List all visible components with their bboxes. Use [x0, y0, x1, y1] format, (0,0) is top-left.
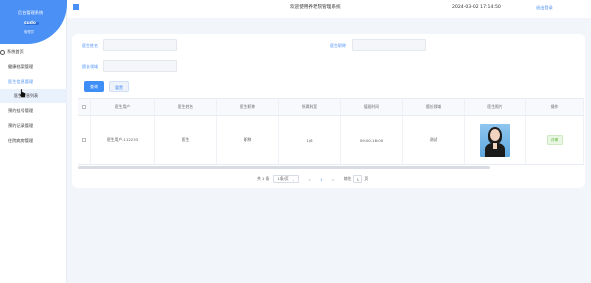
- column-header: 所属科室: [279, 99, 341, 115]
- reset-button[interactable]: 重置: [109, 81, 129, 92]
- current-datetime: 2024-03-02 17:14:50: [452, 5, 501, 10]
- table-row: 医生用户-112233 医生 职称 1/6 09:00-18:00 测试 详情: [78, 116, 584, 165]
- system-title: 后台管理系统: [18, 10, 44, 15]
- doctor-title-input[interactable]: [352, 39, 426, 51]
- doctor-table: 医生用户 医生姓名 医生职称 所属科室 值班时间 擅长领域 医生照片 操作 医生…: [78, 98, 584, 165]
- column-header: 医生照片: [465, 99, 526, 115]
- logout-link[interactable]: 退出登录: [536, 5, 553, 11]
- prev-page-button[interactable]: <: [308, 177, 311, 182]
- column-header: 值班时间: [341, 99, 403, 115]
- cell-department: 1/6: [279, 116, 341, 164]
- column-header: 医生用户: [91, 99, 155, 115]
- sidebar-item-appointment[interactable]: 预约挂号管理: [0, 103, 67, 118]
- cell-title: 职称: [217, 116, 279, 164]
- home-icon: [0, 49, 5, 55]
- doctor-name-input[interactable]: [103, 39, 177, 51]
- column-header: 操作: [526, 99, 584, 115]
- sidebar-menu: 系统首页 健康档案管理 医生信息管理 医生信息列表 预约挂号管理 预约记录管理 …: [0, 44, 67, 148]
- filter-label-doctor-title: 医生职称: [330, 43, 346, 48]
- cell-name: 医生: [155, 116, 217, 164]
- cell-duty-time: 09:00-18:00: [341, 116, 403, 164]
- welcome-text: 欢迎使用养老院管理系统: [290, 5, 341, 10]
- next-page-button[interactable]: >: [332, 177, 335, 182]
- cell-photo: [465, 116, 526, 164]
- table-header-row: 医生用户 医生姓名 医生职称 所属科室 值班时间 擅长领域 医生照片 操作: [78, 98, 584, 116]
- sidebar-item-appointment-records[interactable]: 预约记录管理: [0, 118, 67, 133]
- sidebar-item-ward[interactable]: 住院病房管理: [0, 133, 67, 148]
- total-count: 共 1 条: [257, 176, 270, 181]
- sidebar-header: 后台管理系统 sudo 管理员: [0, 0, 67, 44]
- pagination: 共 1 条 1条/页 ⌄ < 1 > 前往 1 页: [257, 174, 368, 184]
- select-all-cell[interactable]: [78, 99, 91, 115]
- page-size-select[interactable]: 1条/页 ⌄: [273, 175, 299, 183]
- cell-user: 医生用户-112233: [91, 116, 155, 164]
- sidebar-subitem-doctor-list[interactable]: 医生信息列表: [0, 89, 67, 103]
- sidebar: 后台管理系统 sudo 管理员 系统首页 健康档案管理 医生信息管理 医生信息列…: [0, 0, 67, 283]
- goto-label: 前往: [343, 176, 352, 181]
- filter-label-doctor-name: 医生姓名: [82, 43, 98, 48]
- column-header: 医生职称: [217, 99, 279, 115]
- goto-page-input[interactable]: 1: [353, 175, 363, 183]
- column-header: 擅长领域: [403, 99, 465, 115]
- filter-label-specialty: 擅长领域: [82, 64, 98, 69]
- cell-specialty: 测试: [403, 116, 465, 164]
- specialty-input[interactable]: [103, 60, 177, 72]
- sidebar-item-label: 医生信息管理: [8, 79, 34, 84]
- sidebar-item-label: 预约记录管理: [8, 123, 34, 128]
- page-suffix: 页: [364, 176, 369, 181]
- sidebar-item-health-records[interactable]: 健康档案管理: [0, 59, 67, 74]
- sidebar-item-home[interactable]: 系统首页: [0, 44, 67, 59]
- mouse-cursor-icon: [18, 88, 26, 98]
- sidebar-item-label: 系统首页: [7, 49, 24, 54]
- detail-button[interactable]: 详情: [546, 135, 563, 145]
- role-name: sudo: [24, 21, 36, 26]
- column-header: 医生姓名: [155, 99, 217, 115]
- select-all-checkbox[interactable]: [82, 105, 86, 109]
- sidebar-item-label: 预约挂号管理: [8, 108, 34, 113]
- page-size-value: 1条/页: [277, 176, 289, 181]
- horizontal-scrollbar[interactable]: [78, 166, 490, 169]
- sidebar-item-label: 健康档案管理: [8, 64, 34, 69]
- search-button[interactable]: 查询: [84, 81, 104, 92]
- page-number-current[interactable]: 1: [320, 177, 322, 182]
- row-checkbox[interactable]: [82, 138, 86, 142]
- doctor-photo[interactable]: [480, 123, 510, 157]
- cell-actions: 详情: [526, 116, 584, 164]
- menu-grid-icon[interactable]: [73, 4, 79, 10]
- sidebar-item-label: 住院病房管理: [8, 138, 34, 143]
- chevron-down-icon: ⌄: [291, 176, 295, 182]
- row-select-cell[interactable]: [78, 116, 91, 164]
- sidebar-item-doctor-management[interactable]: 医生信息管理: [0, 74, 67, 89]
- role-subtitle: 管理员: [24, 30, 35, 34]
